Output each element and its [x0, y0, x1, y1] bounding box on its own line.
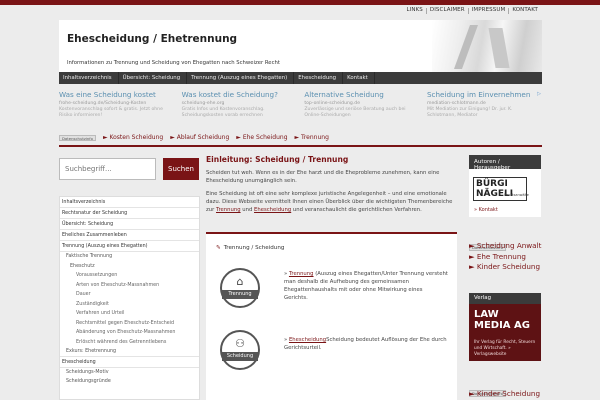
ad-headline[interactable]: Was eine Scheidung kostet — [59, 90, 174, 99]
ad-text: Zuverlässige und seriöse Beratung auch b… — [304, 107, 406, 118]
link-unit-item[interactable]: ► Trennung — [295, 134, 329, 141]
toplink-disclaimer[interactable]: DISCLAIMER — [427, 7, 468, 14]
sidebar-item[interactable]: Rechtsmittel gegen Eheschutz-Entscheid — [60, 319, 199, 329]
kontakt-link[interactable]: » Kontakt — [474, 207, 498, 213]
nav-item-trennung[interactable]: Trennung (Auszug eines Ehegatten) — [187, 72, 295, 84]
sidebar-item[interactable]: Inhaltsverzeichnis — [60, 197, 199, 208]
sidebar-item[interactable]: Erlöscht während des Getrenntlebens — [60, 338, 199, 348]
authors-heading: Autoren / Herausgeber — [469, 155, 541, 171]
sidebar-item[interactable]: Dauer — [60, 290, 199, 300]
ad-unit[interactable]: Scheidung im Einvernehmen mediation-schl… — [427, 90, 542, 130]
ad-url[interactable]: mediation-schlotmann.de — [427, 101, 542, 106]
badge-label: Scheidung — [222, 352, 258, 361]
sidebar-item[interactable]: Abänderung von Eheschutz-Massnahmen — [60, 328, 199, 338]
ad-url[interactable]: top-online-scheidung.de — [304, 101, 419, 106]
pin-icon: ✎ — [216, 245, 221, 251]
content-divider — [59, 145, 542, 147]
law-media-logo: MEDIA AG — [474, 320, 530, 331]
sidebar-nav: Inhaltsverzeichnis Rechtsnatur der Schei… — [59, 196, 200, 400]
ad-info-icon[interactable]: ▷ — [537, 91, 541, 97]
intro-paragraph: Scheiden tut weh. Wenn es in der Ehe har… — [206, 170, 440, 184]
main-content: Einleitung: Scheidung / Trennung Scheide… — [206, 155, 456, 214]
trennung-badge[interactable]: ⌂ Trennung — [220, 268, 260, 308]
ad-url[interactable]: frohe-scheidung.de/Scheidung-Kosten — [59, 101, 174, 106]
ad-unit[interactable]: Alternative Scheidung top-online-scheidu… — [304, 90, 419, 130]
search-button[interactable]: Suchen — [163, 158, 199, 180]
sidebar-item[interactable]: Zuständigkeit — [60, 300, 199, 310]
main-nav: Inhaltsverzeichnis Übersicht: Scheidung … — [59, 72, 542, 84]
family-icon: ⚇ — [235, 337, 245, 350]
page-title: Einleitung: Scheidung / Trennung — [206, 155, 349, 164]
right-link-unit: ► Scheidung Anwalt ► Ehe Trennung ► Kind… — [469, 241, 541, 273]
scheidung-badge[interactable]: ⚇ Scheidung — [220, 330, 260, 370]
toplink-impressum[interactable]: IMPRESSUM — [469, 7, 509, 14]
ad-headline[interactable]: Alternative Scheidung — [304, 90, 419, 99]
datenschutz-badge[interactable]: Datenschutzinfo — [59, 134, 96, 141]
right-link-item[interactable]: ► Scheidung Anwalt — [469, 241, 541, 252]
verlag-heading: Verlag — [469, 293, 541, 304]
ad-url[interactable]: scheidung-ehe.org — [182, 101, 297, 106]
sidebar-item[interactable]: Übersicht: Scheidung — [60, 219, 199, 230]
header-photo — [432, 20, 542, 72]
overview-paragraph: Eine Scheidung ist oft eine sehr komplex… — [206, 191, 453, 213]
sidebar-item[interactable]: Rechtsnatur der Scheidung — [60, 208, 199, 219]
sidebar-item[interactable]: Scheidungs-Motiv — [60, 368, 199, 378]
ad-headline[interactable]: Was kostet die Scheidung? — [182, 90, 297, 99]
sidebar-item[interactable]: Scheidungsgründe — [60, 377, 199, 387]
ad-unit[interactable]: Was eine Scheidung kostet frohe-scheidun… — [59, 90, 174, 130]
badge-label: Trennung — [222, 290, 258, 299]
link-unit-item[interactable]: ► Ehe Scheidung — [236, 134, 287, 141]
sidebar-item[interactable]: Faktische Trennung — [60, 252, 199, 262]
sidebar-item[interactable]: Trennung (Auszug eines Ehegatten) — [60, 241, 199, 252]
toplink-links[interactable]: LINKS — [403, 7, 425, 14]
link-trennung-card[interactable]: Trennung — [289, 271, 314, 277]
site-subtitle: Informationen zu Trennung und Scheidung … — [67, 60, 280, 66]
right-link-item[interactable]: ► Kinder Scheidung — [469, 389, 540, 398]
trennung-description: » Trennung (Auszug eines Ehegatten/Unter… — [284, 271, 448, 301]
link-ehescheidung-card[interactable]: Ehescheidung — [289, 337, 326, 343]
search-input[interactable] — [59, 158, 156, 180]
house-icon: ⌂ — [236, 275, 244, 288]
sidebar-item[interactable]: Eheliches Zusammenleben — [60, 230, 199, 241]
ad-text: Gratis Infos und Kostenvoranschlag. Sche… — [181, 107, 265, 118]
nav-item-inhaltsverzeichnis[interactable]: Inhaltsverzeichnis — [59, 72, 119, 84]
site-title[interactable]: Ehescheidung / Ehetrennung — [67, 33, 237, 45]
scheidung-description: » EhescheidungScheidung bedeutet Auflösu… — [284, 337, 447, 351]
ad-unit[interactable]: Was kostet die Scheidung? scheidung-ehe.… — [182, 90, 297, 130]
site-header: Ehescheidung / Ehetrennung Informationen… — [59, 20, 542, 72]
nav-item-kontakt[interactable]: Kontakt — [343, 72, 375, 84]
ad-block: Was eine Scheidung kostet frohe-scheidun… — [59, 90, 542, 130]
sidebar-item[interactable]: Ehescheidung — [60, 357, 199, 368]
ad-text: Kostenvoranschlag sofort & gratis. Jetzt… — [59, 107, 163, 118]
topic-card: ✎ Trennung / Scheidung ⌂ Trennung » Trenn… — [206, 232, 457, 400]
card-title: ✎ Trennung / Scheidung — [216, 245, 285, 251]
nav-item-ehescheidung[interactable]: Ehescheidung — [294, 72, 344, 84]
law-media-logo: LAW — [474, 309, 499, 320]
link-unit-row: Datenschutzinfo ► Kosten Scheidung ► Abl… — [59, 133, 542, 142]
right-link-item[interactable]: ► Ehe Trennung — [469, 252, 541, 263]
sidebar-item[interactable]: Arten von Eheschutz-Massnahmen — [60, 281, 199, 291]
link-trennung[interactable]: Trennung — [216, 207, 241, 213]
authors-box: BÜRGI NÄGELI Rechtsanwälte » Kontakt — [469, 169, 541, 217]
nav-item-uebersicht-scheidung[interactable]: Übersicht: Scheidung — [119, 72, 188, 84]
right-link-item[interactable]: ► Kinder Scheidung — [469, 262, 541, 273]
law-media-banner[interactable]: LAW MEDIA AG Ihr Verlag für Recht, Steue… — [469, 304, 541, 361]
verlag-text[interactable]: Ihr Verlag für Recht, Steuern und Wirtsc… — [474, 340, 540, 358]
ad-headline[interactable]: Scheidung im Einvernehmen — [427, 90, 542, 99]
top-accent-bar — [0, 0, 600, 5]
top-links: LINKS DISCLAIMER IMPRESSUM KONTAKT — [403, 7, 541, 14]
link-unit-item[interactable]: ► Kosten Scheidung — [103, 134, 163, 141]
sidebar-item[interactable]: Voraussetzungen — [60, 271, 199, 281]
sidebar-item[interactable]: Verfahren und Urteil — [60, 309, 199, 319]
sidebar-item[interactable]: Eheschutz — [60, 262, 199, 272]
link-ehescheidung[interactable]: Ehescheidung — [254, 207, 291, 213]
buergi-naegeli-logo[interactable]: BÜRGI NÄGELI Rechtsanwälte — [473, 177, 529, 201]
ad-text: Mit Mediation zur Einigung! Dr. jur. K. … — [426, 107, 513, 118]
sidebar-item[interactable]: Exkurs: Ehetrennung — [60, 347, 199, 357]
link-unit-item[interactable]: ► Ablauf Scheidung — [170, 134, 229, 141]
toplink-kontakt[interactable]: KONTAKT — [509, 7, 541, 14]
